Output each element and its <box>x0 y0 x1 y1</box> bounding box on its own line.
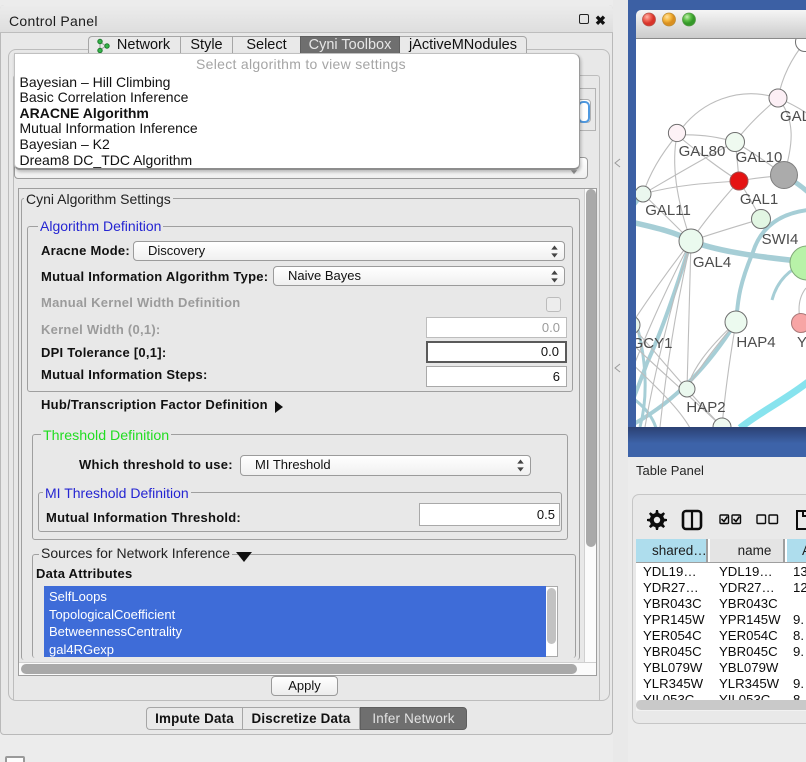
svg-text:GCY1: GCY1 <box>636 335 672 352</box>
svg-text:GAL11: GAL11 <box>645 202 691 219</box>
svg-text:SWI4: SWI4 <box>762 231 799 248</box>
svg-text:GAL10: GAL10 <box>736 149 783 166</box>
svg-text:GAL4: GAL4 <box>693 254 731 271</box>
svg-text:GAL1: GAL1 <box>740 191 778 208</box>
svg-text:HAP4: HAP4 <box>736 334 775 351</box>
svg-text:GAL80: GAL80 <box>679 143 726 160</box>
svg-text:Y: Y <box>797 334 806 351</box>
svg-text:HAP2: HAP2 <box>686 399 725 416</box>
svg-text:GAL2: GAL2 <box>780 108 806 125</box>
